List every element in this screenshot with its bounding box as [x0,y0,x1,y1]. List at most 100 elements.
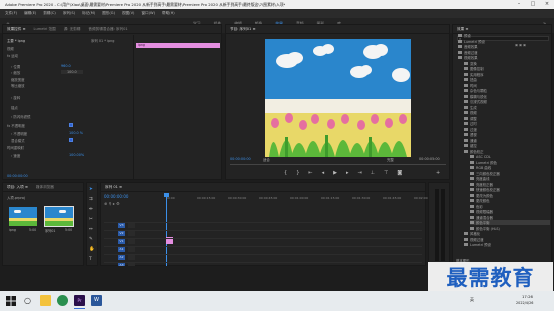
effects-folder-2[interactable]: 音频效果 [458,44,478,49]
track-lock-icon[interactable] [128,239,135,244]
extract-icon[interactable]: ⊤ [384,170,388,176]
tab-program-monitor[interactable]: 节目: 序列01 ≡ [230,27,255,32]
timeline-options-icons[interactable]: ⊕ ⚲ ▸ ⚙ [104,201,120,206]
effects-filter-icons[interactable]: ▣ ▣ ▣ [515,43,526,47]
property-opacity-value-label[interactable]: › 不透明度 [11,131,27,136]
add-button-icon[interactable]: + [436,170,440,176]
property-time-remap[interactable]: 时间重映射 [7,145,24,150]
menu-edit[interactable]: 编辑(E) [24,11,36,16]
mark-in-icon[interactable]: { [284,170,287,176]
windows-start-icon[interactable] [6,296,16,306]
effects-folder-17[interactable]: 过渡 [464,127,477,132]
timeline-track-row[interactable] [104,254,422,261]
menu-clip[interactable]: 剪辑(C) [43,11,56,16]
program-timecode-current[interactable]: 00:00:00:00 [230,157,251,161]
program-scrubber[interactable] [230,164,446,165]
effects-after-folder-2[interactable]: Lumetri 预设 [464,242,491,247]
effects-folder-21[interactable]: 颜色校正 [464,149,484,154]
timeline-track-row[interactable] [104,246,422,253]
effects-folder-3[interactable]: 音频过渡 [458,50,478,55]
effects-folder-5[interactable]: 变换 [464,61,477,66]
track-select-tool-icon[interactable]: ⇉ [89,197,95,202]
tray-time[interactable]: 17:26 [522,294,533,299]
project-item-thumbnail-ipng[interactable] [9,207,37,226]
track-lock-icon[interactable] [128,255,135,260]
effects-subitem-9[interactable]: 色彩 [470,204,483,209]
track-target-button[interactable]: A2 [118,255,125,260]
property-rotation[interactable]: › 旋转 [11,95,20,100]
hand-tool-icon[interactable]: ✋ [89,247,95,252]
effects-subitem-7[interactable]: 更改为颜色 [470,193,493,198]
property-scale[interactable]: › 缩放 [11,70,20,75]
effects-after-folder-1[interactable]: 视频过渡 [464,237,484,242]
tab-source[interactable]: 源: 无剪辑 [64,27,81,32]
track-target-button[interactable]: V1 [118,239,125,244]
tray-date[interactable]: 2022/4/26 [516,301,533,305]
mark-out-icon[interactable]: } [296,170,299,176]
track-target-button[interactable]: A1 [118,247,125,252]
property-position-value[interactable]: 960.0 [61,64,71,68]
timeline-timecode[interactable]: 00:00:00:00 [104,194,128,199]
effects-subitem-1[interactable]: Lumetri 颜色 [470,160,497,165]
effects-subitem-12[interactable]: 颜色平衡 [470,220,550,225]
track-lock-icon[interactable] [128,231,135,236]
effects-folder-0[interactable]: 预设 [458,33,471,38]
effects-subitem-0[interactable]: ASC CDL [470,154,491,159]
property-blend-mode[interactable]: 混合模式 [11,138,25,143]
property-anchor[interactable]: 锚点 [11,105,18,110]
effects-subitem-3[interactable]: 三向颜色校正器 [470,171,500,176]
menu-graphics[interactable]: 图形(G) [102,11,115,16]
effects-folder-7[interactable]: 实用程序 [464,72,484,77]
step-back-icon[interactable]: ◂ [322,170,325,176]
program-monitor-frame[interactable] [265,39,411,157]
menu-sequence[interactable]: 序列(S) [63,11,75,16]
menu-view[interactable]: 视图(V) [122,11,134,16]
effect-controls-clip-bar[interactable]: ipng [136,43,220,48]
effects-subitem-2[interactable]: RGB 曲线 [470,165,491,170]
tab-project[interactable]: 项目: 入项 ≡ [7,185,28,190]
tab-effect-controls[interactable]: 效果控件 ≡ [7,27,26,32]
track-target-button[interactable]: V3 [118,223,125,228]
blend-checkbox[interactable] [69,138,73,142]
effect-controls-timecode[interactable]: 00:00:00:00 [7,174,28,178]
effects-subitem-8[interactable]: 更改颜色 [470,198,490,203]
effects-subitem-5[interactable]: 亮度校正器 [470,182,493,187]
effects-subitem-11[interactable]: 通道混合器 [470,215,493,220]
ripple-edit-tool-icon[interactable]: ⇹ [89,207,95,212]
effects-after-folder-0[interactable]: 风格化 [464,231,480,236]
pen-tool-icon[interactable]: ✎ [89,237,95,242]
selection-tool-icon[interactable]: ➤ [89,187,95,192]
timeline-track-row[interactable] [104,238,422,245]
effects-subitem-6[interactable]: 快速颜色校正器 [470,187,500,192]
go-to-out-icon[interactable]: ⇥ [357,170,361,176]
quality-dropdown[interactable]: 完整 [387,157,394,162]
property-motion[interactable]: fx 运动 [7,53,18,58]
step-forward-icon[interactable]: ▸ [346,170,349,176]
lift-icon[interactable]: ⊥ [371,170,375,176]
effects-folder-10[interactable]: 杂色与颗粒 [464,88,487,93]
timeline-track-row[interactable] [104,222,422,229]
effects-folder-4[interactable]: 视频效果 [458,55,478,60]
effects-folder-8[interactable]: 扭曲 [464,77,477,82]
menu-window[interactable]: 窗口(W) [141,11,155,16]
property-anti-flicker[interactable]: › 防闪烁滤镜 [11,114,30,119]
effects-folder-16[interactable]: 过时 [464,121,477,126]
effects-folder-20[interactable]: 键控 [464,143,477,148]
property-speed-value[interactable]: 100.00% [69,153,84,157]
go-to-in-icon[interactable]: ⇤ [308,170,312,176]
effects-folder-1[interactable]: Lumetri 预设 [458,39,485,44]
timeline-track-row[interactable] [104,230,422,237]
tray-ime[interactable]: 英 [470,297,474,303]
slip-tool-icon[interactable]: ↔ [89,227,95,232]
effects-folder-14[interactable]: 视频 [464,110,477,115]
uniform-scale-checkbox[interactable] [69,123,73,127]
premiere-pro-icon[interactable]: Pr [74,295,85,306]
track-lock-icon[interactable] [128,247,135,252]
effects-folder-13[interactable]: 生成 [464,105,477,110]
search-taskbar-icon[interactable]: ○ [24,295,35,306]
close-icon[interactable]: × [540,0,554,9]
effects-folder-9[interactable]: 时间 [464,83,477,88]
effects-folder-19[interactable]: 通道 [464,138,477,143]
menu-file[interactable]: 文件(F) [5,11,17,16]
effects-subitem-13[interactable]: 颜色平衡 (HLS) [470,226,500,231]
